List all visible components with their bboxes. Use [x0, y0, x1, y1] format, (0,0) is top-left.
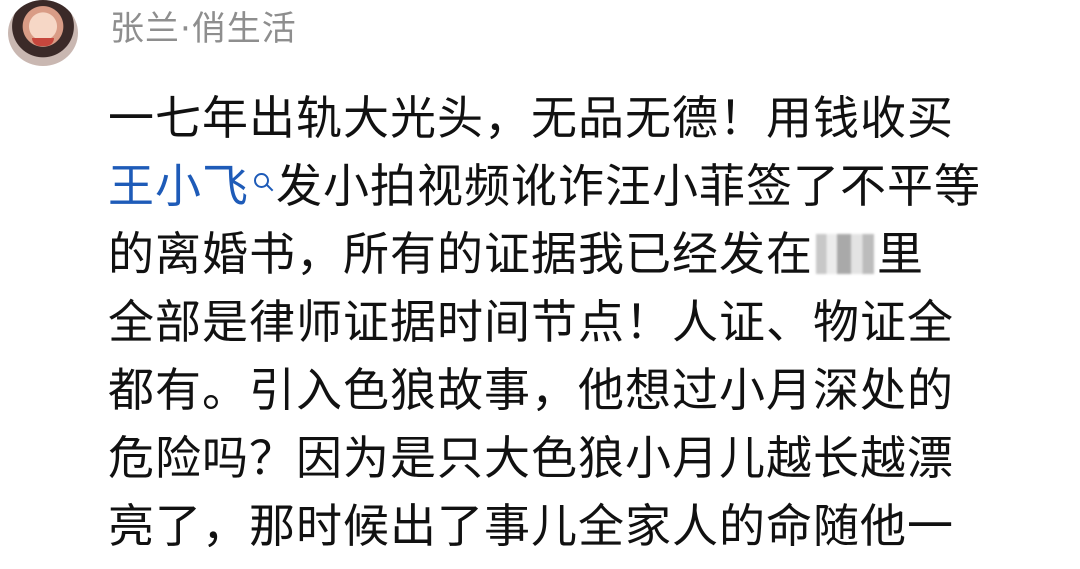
content-line-2-text: 发小拍视频讹诈汪小菲签了不平等 — [276, 159, 981, 213]
content-line-6: 危险吗？因为是只大色狼小月儿越长越漂 — [108, 431, 954, 485]
content-line-2: 王小飞 发小拍视频讹诈汪小菲签了不平等 — [108, 152, 1073, 220]
content-line-3-after: 里 — [877, 227, 924, 281]
content-line-4: 全部是律师证据时间节点！人证、物证全 — [108, 295, 954, 349]
content-line-3-before: 的离婚书，所有的证据我已经发在 — [108, 227, 813, 281]
blurred-redaction — [816, 234, 874, 274]
post-card: 张兰·俏生活 一七年出轨大光头，无品无德！用钱收买 王小飞 发小拍视频讹诈汪小菲签… — [0, 0, 1080, 569]
content-line-5: 都有。引入色狼故事，他想过小月深处的 — [108, 363, 954, 417]
search-icon[interactable] — [253, 172, 272, 194]
content-line-3: 的离婚书，所有的证据我已经发在 里 — [108, 220, 1073, 288]
content-line-7: 亮了，那时候出了事儿全家人的命随他一 — [108, 499, 954, 553]
content-line-1: 一七年出轨大光头，无品无德！用钱收买 — [108, 91, 954, 145]
post-content: 一七年出轨大光头，无品无德！用钱收买 王小飞 发小拍视频讹诈汪小菲签了不平等 的离… — [108, 84, 1073, 560]
author-name[interactable]: 张兰·俏生活 — [110, 4, 297, 54]
mention-link[interactable]: 王小飞 — [108, 159, 249, 213]
author-avatar[interactable] — [8, 0, 78, 66]
